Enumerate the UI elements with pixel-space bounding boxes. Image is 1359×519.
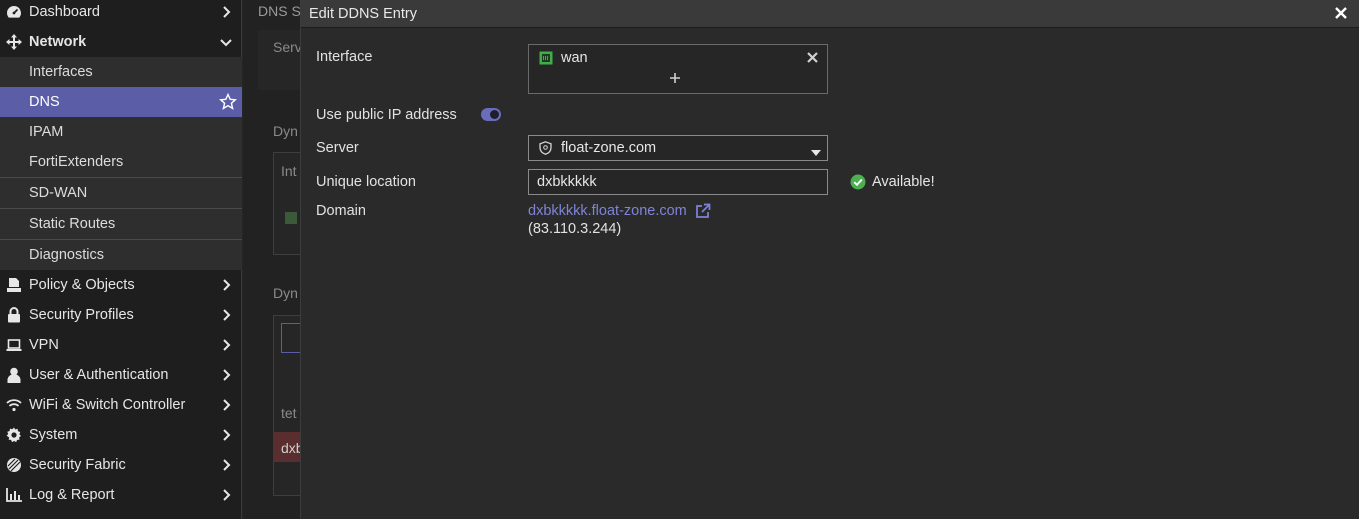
nav-system[interactable]: System [0, 420, 242, 450]
chevron-right-icon [220, 338, 232, 352]
nav-wifi-switch-label: WiFi & Switch Controller [29, 397, 186, 413]
nav-dashboard[interactable]: Dashboard [0, 0, 242, 27]
wifi-icon [5, 397, 23, 413]
nav-sub-static-routes-label: Static Routes [29, 216, 116, 232]
caret-down-icon [811, 145, 821, 156]
server-label: Server [316, 140, 359, 156]
nav-sub-fortiextenders-label: FortiExtenders [29, 154, 124, 170]
domain-ip: (83.110.3.244) [528, 221, 622, 237]
shield-icon [539, 141, 553, 155]
fabric-icon [5, 457, 23, 473]
nav-sub-dns-label: DNS [29, 94, 60, 110]
nav-sub-static-routes[interactable]: Static Routes [0, 208, 242, 239]
chevron-right-icon [220, 458, 232, 472]
chevron-right-icon [220, 278, 232, 292]
nav-sub-diagnostics-label: Diagnostics [29, 247, 104, 263]
chevron-right-icon [220, 398, 232, 412]
interface-field[interactable]: wan [528, 44, 828, 94]
nav-dashboard-label: Dashboard [29, 4, 100, 20]
nav-sub-diagnostics[interactable]: Diagnostics [0, 239, 242, 270]
edit-ddns-modal: Edit DDNS Entry Interface wan Use public… [300, 0, 1359, 519]
background-tab: DNS S [258, 3, 300, 19]
background-text: Int [281, 163, 297, 179]
port-icon [285, 212, 297, 224]
unique-location-label: Unique location [316, 174, 416, 190]
nav-security-fabric-label: Security Fabric [29, 457, 126, 473]
nav-wifi-switch[interactable]: WiFi & Switch Controller [0, 390, 242, 420]
domain-label: Domain [316, 203, 366, 219]
nav-security-fabric[interactable]: Security Fabric [0, 450, 242, 480]
nav-sub-dns[interactable]: DNS [0, 87, 242, 117]
nav-sub-fortiextenders[interactable]: FortiExtenders [0, 147, 242, 177]
nav-vpn[interactable]: VPN [0, 330, 242, 360]
star-icon[interactable] [219, 92, 237, 111]
background-text: Serv [273, 39, 300, 55]
nav-security-profiles-label: Security Profiles [29, 307, 134, 323]
external-link-icon[interactable] [695, 203, 711, 219]
nav-user-auth[interactable]: User & Authentication [0, 360, 242, 390]
nav-network[interactable]: Network [0, 27, 242, 57]
remove-icon[interactable] [806, 51, 819, 64]
add-button [281, 323, 300, 353]
chevron-right-icon [220, 308, 232, 322]
background-text: Dyn [273, 123, 298, 139]
interface-value: wan [561, 50, 588, 66]
nav-sub-interfaces-label: Interfaces [29, 64, 93, 80]
domain-link[interactable]: dxbkkkkk.float-zone.com [528, 203, 711, 219]
nav-sub-ipam[interactable]: IPAM [0, 117, 242, 147]
network-icon [5, 34, 23, 50]
chevron-right-icon [220, 5, 232, 19]
chevron-down-icon [220, 35, 232, 49]
nav-network-label: Network [29, 34, 87, 50]
background-text: Dyn [273, 285, 298, 301]
server-select[interactable]: float-zone.com [528, 135, 828, 161]
nav-vpn-label: VPN [29, 337, 59, 353]
nav-log-report[interactable]: Log & Report [0, 480, 242, 510]
plus-icon[interactable] [669, 72, 681, 84]
nav-sub-interfaces[interactable]: Interfaces [0, 57, 242, 87]
check-circle-icon [850, 174, 866, 190]
unique-location-input[interactable] [528, 169, 828, 195]
server-value: float-zone.com [561, 140, 657, 156]
toggle-knob [490, 110, 499, 119]
modal-header: Edit DDNS Entry [301, 0, 1359, 28]
sidebar: Dashboard Network Interfaces DNS IPAM Fo… [0, 0, 242, 519]
gear-icon [5, 427, 23, 443]
background-text: dxb [281, 440, 300, 456]
lock-icon [5, 307, 23, 323]
nav-user-auth-label: User & Authentication [29, 367, 169, 383]
dashboard-icon [5, 4, 23, 20]
public-ip-toggle[interactable] [481, 108, 501, 121]
user-icon [5, 367, 23, 383]
nav-policy-objects-label: Policy & Objects [29, 277, 135, 293]
chevron-right-icon [220, 488, 232, 502]
interface-label: Interface [316, 49, 373, 65]
port-icon [539, 51, 553, 65]
public-ip-label: Use public IP address [316, 107, 457, 123]
nav-system-label: System [29, 427, 78, 443]
nav-log-report-label: Log & Report [29, 487, 115, 503]
nav-sub-sd-wan-label: SD-WAN [29, 185, 88, 201]
domain-value: dxbkkkkk.float-zone.com [528, 203, 687, 219]
nav-security-profiles[interactable]: Security Profiles [0, 300, 242, 330]
background-text: tet [281, 405, 297, 421]
nav-sub-sd-wan[interactable]: SD-WAN [0, 177, 242, 208]
chart-icon [5, 487, 23, 503]
modal-title: Edit DDNS Entry [309, 5, 417, 22]
availability-text: Available! [872, 174, 935, 190]
interface-chip: wan [539, 50, 588, 66]
nav-sub-ipam-label: IPAM [29, 124, 64, 140]
nav-policy-objects[interactable]: Policy & Objects [0, 270, 242, 300]
close-icon[interactable] [1334, 6, 1350, 22]
chevron-right-icon [220, 368, 232, 382]
background-page: DNS S Serv Dyn Int Dyn tet dxb [243, 0, 300, 519]
availability-status: Available! [850, 174, 935, 190]
policy-icon [5, 277, 23, 293]
laptop-icon [5, 337, 23, 353]
chevron-right-icon [220, 428, 232, 442]
